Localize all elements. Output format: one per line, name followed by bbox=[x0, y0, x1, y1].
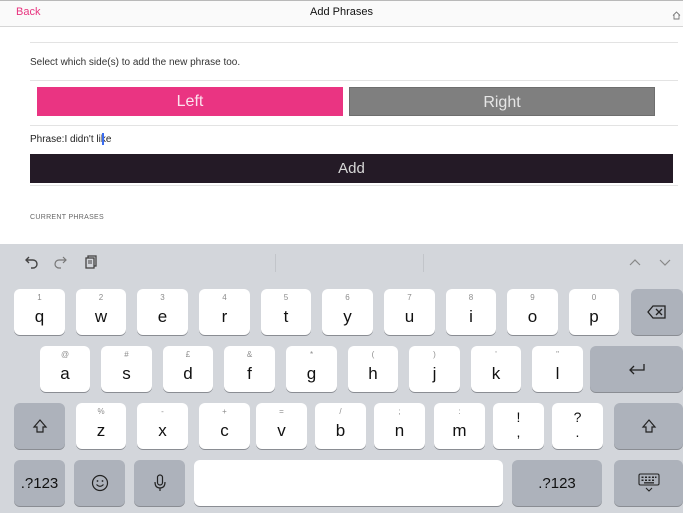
toolbar-divider bbox=[275, 254, 276, 272]
key-i[interactable]: 8i bbox=[446, 289, 496, 335]
hide-keyboard-key[interactable] bbox=[614, 460, 683, 506]
key-k[interactable]: ' k bbox=[471, 346, 521, 392]
key-m[interactable]: :m bbox=[434, 403, 485, 449]
microphone-icon bbox=[134, 460, 185, 506]
right-side-button[interactable]: Right bbox=[349, 87, 655, 116]
navigation-bar: Back Add Phrases bbox=[0, 0, 683, 27]
key-r[interactable]: 4r bbox=[199, 289, 250, 335]
delete-key[interactable] bbox=[631, 289, 683, 335]
toolbar-divider bbox=[423, 254, 424, 272]
key-s[interactable]: # s bbox=[101, 346, 152, 392]
keyboard-toolbar bbox=[0, 244, 683, 280]
key-h[interactable]: (h bbox=[348, 346, 398, 392]
shift-key-left[interactable] bbox=[14, 403, 65, 449]
key-a[interactable]: @ a bbox=[40, 346, 90, 392]
on-screen-keyboard: 1q 2w 3e 4r 5t 6y 7u 8i 9o 0p @ a # s £ d &… bbox=[0, 244, 683, 513]
left-side-button[interactable]: Left bbox=[37, 87, 343, 116]
add-button[interactable]: Add bbox=[30, 154, 673, 183]
key-d[interactable]: £ d bbox=[163, 346, 213, 392]
key-y[interactable]: 6y bbox=[322, 289, 373, 335]
key-o[interactable]: 9o bbox=[507, 289, 558, 335]
divider bbox=[30, 125, 678, 126]
emoji-key[interactable] bbox=[74, 460, 125, 506]
redo-icon[interactable] bbox=[52, 254, 68, 270]
key-j[interactable]: ) j bbox=[409, 346, 460, 392]
return-icon bbox=[590, 346, 683, 392]
select-sides-label: Select which side(s) to add the new phra… bbox=[30, 57, 241, 68]
key-x[interactable]: -x bbox=[137, 403, 188, 449]
key-q[interactable]: 1q bbox=[14, 289, 65, 335]
key-z[interactable]: % z bbox=[76, 403, 126, 449]
key-w[interactable]: 2w bbox=[76, 289, 126, 335]
key-p[interactable]: 0p bbox=[569, 289, 619, 335]
key-b[interactable]: / b bbox=[315, 403, 366, 449]
undo-icon[interactable] bbox=[24, 254, 40, 270]
space-key[interactable] bbox=[194, 460, 503, 506]
chevron-down-icon[interactable] bbox=[657, 254, 673, 270]
numbers-key-left[interactable]: .?123 bbox=[14, 460, 65, 506]
key-exclamation-comma[interactable]: !, bbox=[493, 403, 544, 449]
emoji-icon bbox=[74, 460, 125, 506]
key-u[interactable]: 7u bbox=[384, 289, 435, 335]
key-v[interactable]: = v bbox=[256, 403, 307, 449]
key-c[interactable]: + c bbox=[199, 403, 250, 449]
dictation-key[interactable] bbox=[134, 460, 185, 506]
shift-key-right[interactable] bbox=[614, 403, 683, 449]
phrase-input[interactable] bbox=[64, 133, 165, 145]
key-n[interactable]: ; n bbox=[374, 403, 425, 449]
page-title: Add Phrases bbox=[310, 6, 373, 18]
numbers-key-right[interactable]: .?123 bbox=[512, 460, 602, 506]
text-cursor bbox=[102, 133, 105, 145]
chevron-up-icon[interactable] bbox=[627, 254, 643, 270]
phrase-field: Phrase: bbox=[30, 133, 165, 145]
keyboard-dismiss-icon bbox=[614, 460, 683, 506]
divider bbox=[30, 185, 678, 186]
home-icon[interactable] bbox=[672, 7, 681, 20]
shift-icon bbox=[14, 403, 65, 449]
divider bbox=[30, 42, 678, 43]
paste-icon[interactable] bbox=[83, 254, 99, 270]
current-phrases-heading: CURRENT PHRASES bbox=[30, 214, 104, 221]
delete-icon bbox=[631, 289, 683, 335]
key-t[interactable]: 5t bbox=[261, 289, 311, 335]
key-g[interactable]: * g bbox=[286, 346, 337, 392]
key-f[interactable]: & f bbox=[224, 346, 275, 392]
key-question-period[interactable]: ?. bbox=[552, 403, 603, 449]
divider bbox=[30, 80, 678, 81]
return-key[interactable] bbox=[590, 346, 683, 392]
key-l[interactable]: " l bbox=[532, 346, 583, 392]
shift-icon bbox=[614, 403, 683, 449]
key-e[interactable]: 3e bbox=[137, 289, 188, 335]
phrase-label: Phrase: bbox=[30, 133, 65, 145]
